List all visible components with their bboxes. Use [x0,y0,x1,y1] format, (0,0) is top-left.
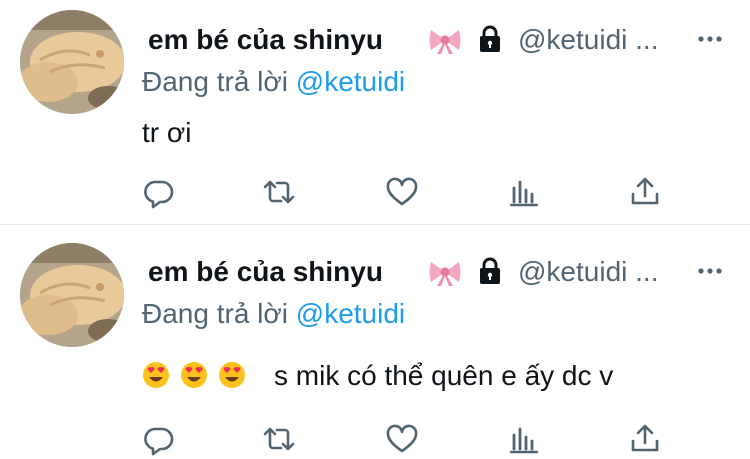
tweet[interactable]: em bé của shinyu @ketuidi ... Đang trả l… [0,0,750,225]
share-icon[interactable] [627,174,663,210]
tweet[interactable]: em bé của shinyu @ketuidi ... Đang trả l… [0,226,750,459]
heart-eyes-emoji [218,361,246,389]
reply-mention-link[interactable]: @ketuidi [296,298,405,329]
avatar[interactable] [20,10,124,114]
handle[interactable]: @ketuidi ... [518,22,658,58]
reply-icon[interactable] [140,421,176,457]
avatar[interactable] [20,243,124,347]
replying-to: Đang trả lời @ketuidi [142,296,405,332]
pink-bow-icon [428,257,462,287]
retweet-icon[interactable] [261,421,297,457]
display-name[interactable]: em bé của shinyu [148,254,383,290]
handle[interactable]: @ketuidi ... [518,254,658,290]
tweet-text-body: s mik có thể quên e ấy dc v [274,360,614,391]
reply-mention-link[interactable]: @ketuidi [296,66,405,97]
reply-prefix: Đang trả lời [142,298,296,329]
avatar-image [20,243,124,347]
heart-icon[interactable] [384,174,420,210]
reply-icon[interactable] [140,174,176,210]
tweet-text: tr ơi [142,117,192,148]
avatar-image [20,10,124,114]
heart-eyes-emoji [180,361,208,389]
pink-bow-icon [428,25,462,55]
views-icon[interactable] [506,421,542,457]
lock-icon [475,256,505,286]
share-icon[interactable] [627,421,663,457]
views-icon[interactable] [506,174,542,210]
action-bar [0,421,750,457]
lock-icon [475,24,505,54]
more-icon[interactable] [695,24,725,54]
action-bar [0,174,750,210]
replying-to: Đang trả lời @ketuidi [142,64,405,100]
tweet-text: s mik có thể quên e ấy dc v [142,358,613,394]
heart-eyes-emoji [142,361,170,389]
heart-icon[interactable] [384,421,420,457]
display-name[interactable]: em bé của shinyu [148,22,383,58]
more-icon[interactable] [695,256,725,286]
retweet-icon[interactable] [261,174,297,210]
reply-prefix: Đang trả lời [142,66,296,97]
